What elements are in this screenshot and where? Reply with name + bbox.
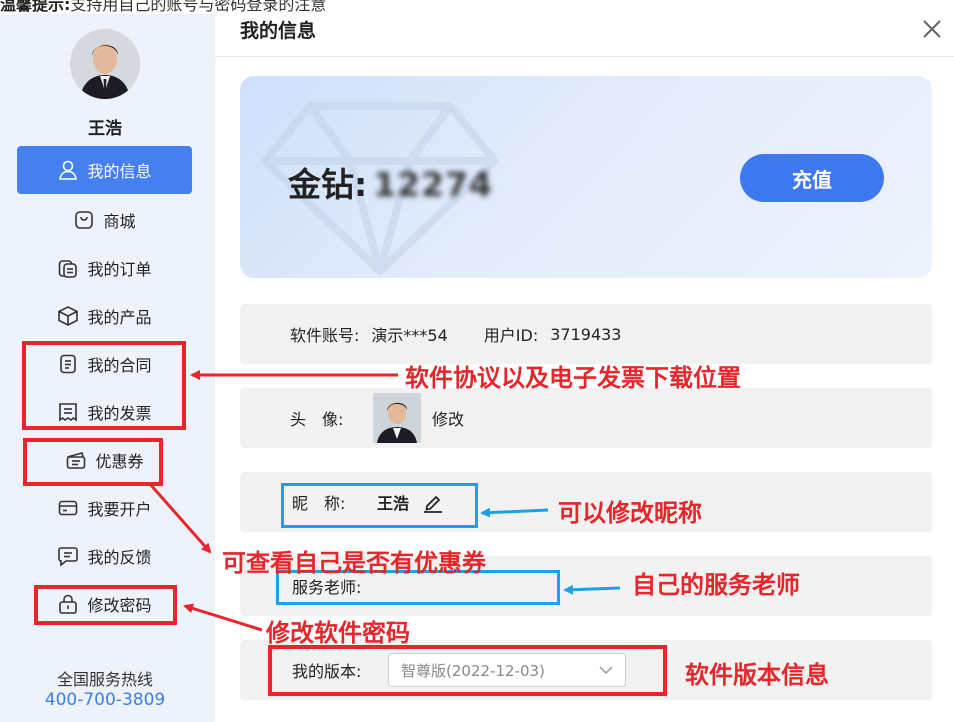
top-banner-text: 温馨提示:支持用自己的账号与密码登录的注意 — [0, 0, 326, 15]
annotation-teacher: 自己的服务老师 — [632, 571, 800, 599]
gold-diamond-label: 金钻: — [288, 165, 368, 204]
sidebar-item-feedback[interactable]: 我的反馈 — [17, 532, 192, 580]
gold-diamond-value: 12274 — [373, 165, 494, 204]
account-label: 软件账号: — [290, 326, 360, 345]
annotation-password: 修改软件密码 — [266, 619, 410, 647]
sidebar-item-orders[interactable]: 我的订单 — [17, 244, 192, 292]
orders-icon — [57, 257, 79, 279]
sidebar-item-open-account[interactable]: 我要开户 — [17, 484, 192, 532]
user-name: 王浩 — [88, 119, 122, 139]
sidebar-item-mall[interactable]: 商城 — [17, 196, 192, 244]
avatar-row: 头 像: 修改 — [240, 388, 932, 448]
sidebar-item-label: 我的产品 — [87, 308, 152, 327]
sidebar-item-label: 我的信息 — [87, 162, 152, 181]
sidebar-item-label: 我要开户 — [87, 500, 152, 519]
card-icon — [57, 497, 79, 519]
dialog-title: 我的信息 — [240, 20, 317, 42]
feedback-icon — [57, 545, 79, 567]
header-divider — [215, 56, 954, 57]
sidebar-item-label: 商城 — [103, 212, 136, 231]
sidebar-item-products[interactable]: 我的产品 — [17, 292, 192, 340]
bag-icon — [73, 209, 95, 231]
top-banner-rest: 支持用自己的账号与密码登录的注意 — [70, 0, 327, 14]
annotation-box-contract-invoice — [22, 341, 186, 430]
annotation-version: 软件版本信息 — [685, 661, 829, 689]
annotation-box-version — [268, 645, 667, 696]
account-value: 演示***54 — [371, 326, 448, 345]
close-icon — [923, 20, 941, 38]
top-banner-bold: 温馨提示: — [0, 0, 71, 14]
annotation-box-password — [34, 585, 177, 625]
annotation-coupon: 可查看自己是否有优惠券 — [222, 549, 486, 577]
gold-diamond-balance: 金钻: 12274 — [288, 158, 493, 206]
annotation-nickname: 可以修改昵称 — [558, 499, 702, 527]
user-icon — [57, 159, 79, 181]
hotline-label: 全国服务热线 — [56, 670, 153, 689]
userid-value: 3719433 — [550, 324, 622, 344]
annotation-box-nickname — [281, 483, 478, 528]
userid-label: 用户ID: — [483, 326, 539, 345]
gold-diamond-card: 金钻: 12274 充值 — [240, 76, 932, 278]
account-row: 软件账号: 演示***54 用户ID: 3719433 — [240, 304, 932, 364]
annotation-box-coupon — [23, 438, 163, 486]
annotation-contract-invoice: 软件协议以及电子发票下载位置 — [405, 364, 741, 392]
sidebar-item-my-info[interactable]: 我的信息 — [17, 146, 192, 194]
sidebar-item-label: 我的订单 — [87, 260, 152, 279]
close-button[interactable] — [920, 17, 944, 41]
account-info: 软件账号: 演示***54 用户ID: 3719433 — [290, 304, 621, 364]
avatar-label: 头 像: — [290, 410, 344, 429]
recharge-button[interactable]: 充值 — [740, 154, 884, 202]
sidebar-item-label: 我的反馈 — [87, 548, 152, 567]
user-avatar[interactable] — [70, 29, 140, 99]
cube-icon — [57, 305, 79, 327]
avatar-edit-link[interactable]: 修改 — [432, 388, 464, 448]
avatar-thumbnail[interactable] — [373, 393, 421, 443]
hotline-number[interactable]: 400-700-3809 — [0, 690, 210, 710]
